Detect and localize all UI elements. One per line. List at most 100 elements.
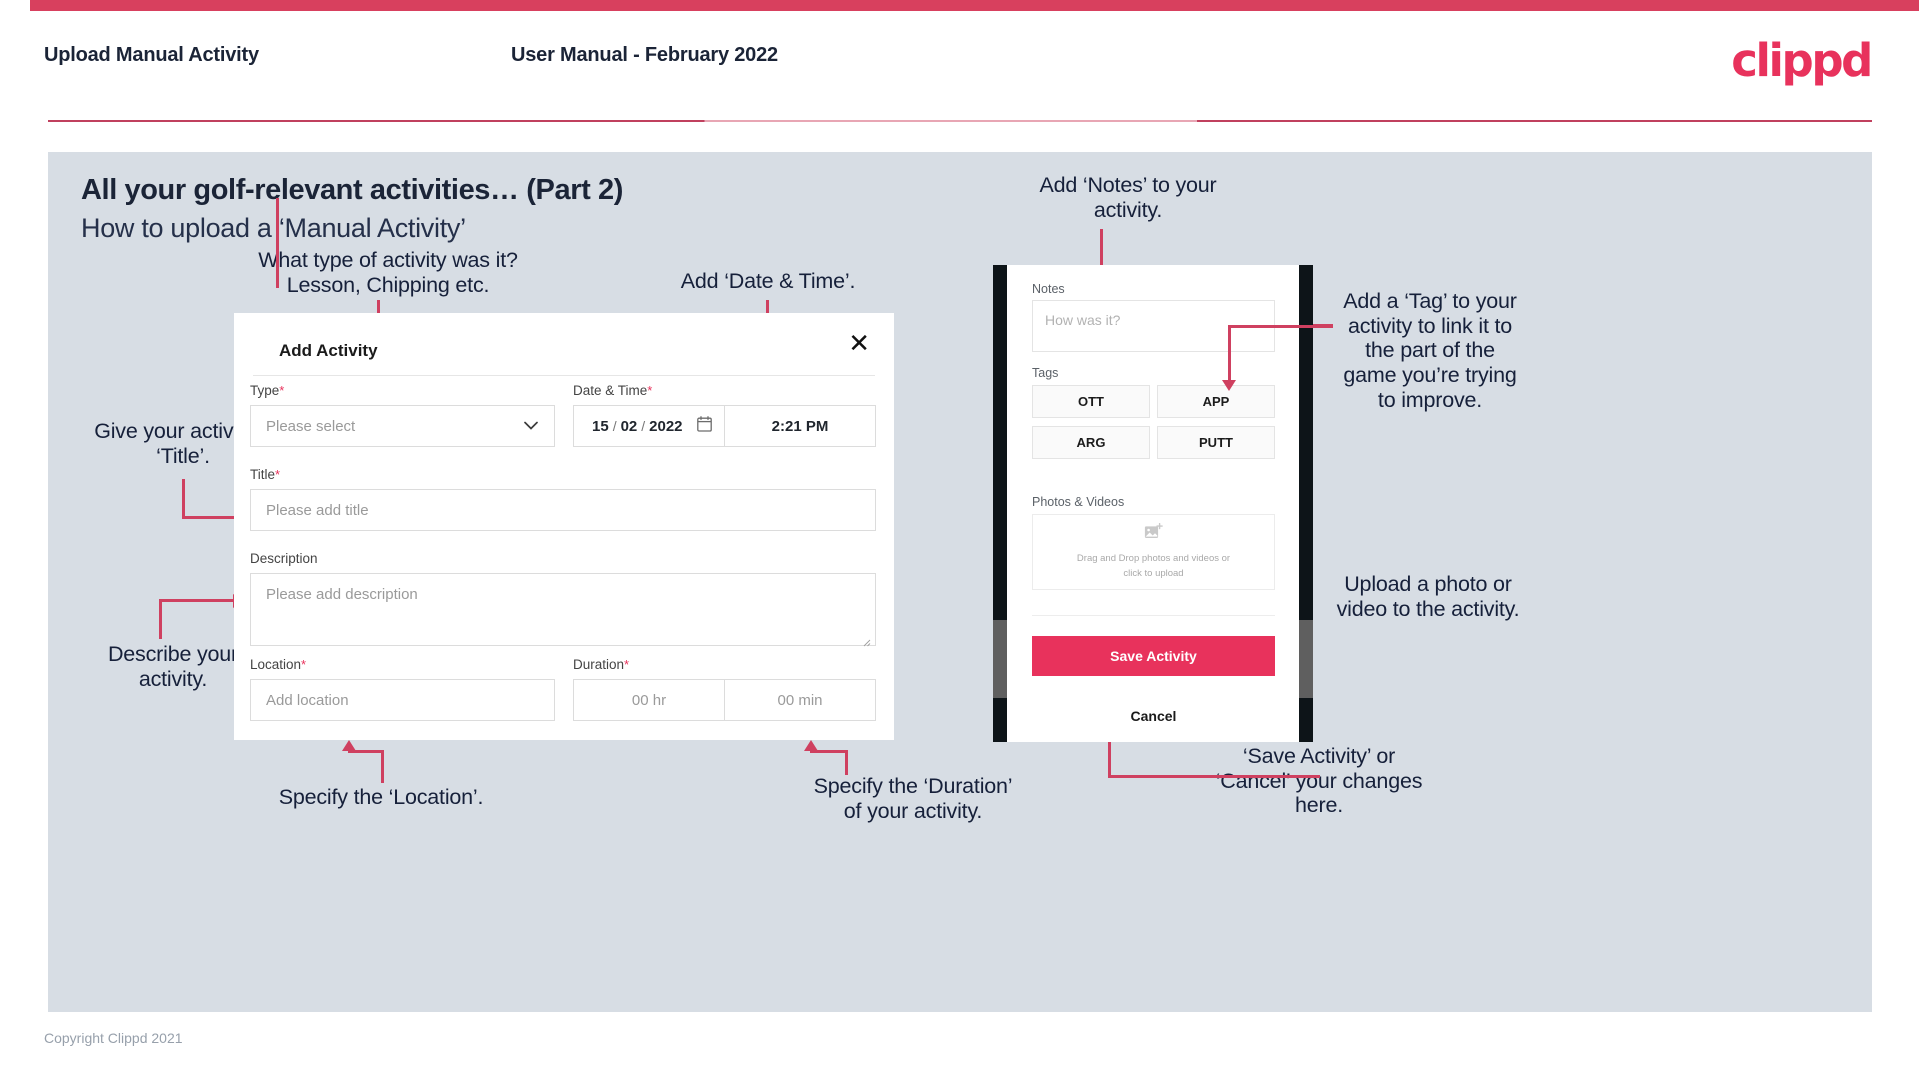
arrow-tags-run-h: [1228, 325, 1331, 328]
date-field[interactable]: 15 / 02 / 2022: [573, 405, 725, 447]
type-select-placeholder: Please select: [266, 417, 356, 435]
page-title: Upload Manual Activity: [44, 44, 259, 66]
tags-label: Tags: [1032, 366, 1059, 380]
arrow-tags-run-v: [1228, 325, 1231, 383]
time-value: 2:21 PM: [771, 417, 829, 435]
datetime-label: Date & Time*: [573, 383, 652, 398]
save-activity-button[interactable]: Save Activity: [1032, 636, 1275, 676]
required-marker: *: [647, 383, 653, 398]
slide-subheading: How to upload a ‘Manual Activity’: [81, 213, 466, 243]
description-placeholder: Please add description: [266, 586, 418, 603]
slide-page: Upload Manual Activity User Manual - Feb…: [0, 0, 1919, 1079]
phone-bezel-left: [993, 265, 1007, 742]
date-separator-1: /: [612, 418, 617, 434]
date-month: 02: [620, 417, 638, 435]
dropzone-text-line2: click to upload: [1123, 567, 1184, 579]
cancel-button[interactable]: Cancel: [1032, 708, 1275, 724]
duration-minutes-input[interactable]: 00 min: [724, 679, 876, 721]
duration-hours-placeholder: 00 hr: [631, 691, 667, 709]
arrow-tags-arrowhead: [1222, 380, 1236, 391]
location-label-text: Location: [250, 657, 302, 672]
chevron-down-icon: [524, 418, 538, 435]
phone-divider: [1032, 615, 1275, 616]
type-select[interactable]: Please select: [250, 405, 555, 447]
required-marker: *: [275, 467, 281, 482]
tag-putt-label: PUTT: [1199, 435, 1233, 450]
location-label: Location*: [250, 657, 306, 672]
top-accent-bar: [0, 0, 1919, 11]
arrow-loc-v: [381, 750, 384, 783]
phone-mockup: Notes How was it? Tags OTT APP ARG PUTT …: [993, 265, 1313, 742]
arrow-dur-v: [845, 750, 848, 775]
add-activity-dialog: Add Activity ✕ Type* Please select Date …: [234, 313, 894, 740]
tag-arg-label: ARG: [1076, 435, 1106, 450]
type-label: Type*: [250, 383, 284, 398]
document-subtitle: User Manual - February 2022: [511, 44, 778, 66]
dropzone-text-line1: Drag and Drop photos and videos or: [1076, 553, 1231, 565]
close-icon[interactable]: ✕: [848, 331, 870, 357]
copyright-text: Copyright Clippd 2021: [44, 1030, 183, 1046]
add-image-icon: [1144, 523, 1163, 545]
datetime-label-text: Date & Time: [573, 383, 648, 398]
phone-screen: Notes How was it? Tags OTT APP ARG PUTT …: [1007, 265, 1299, 742]
duration-minutes-placeholder: 00 min: [777, 691, 823, 709]
description-textarea[interactable]: Please add description: [250, 573, 876, 647]
arrow-save-h: [1108, 775, 1320, 778]
required-marker: *: [624, 657, 630, 672]
required-marker: *: [279, 383, 285, 398]
phone-volume-rocker: [993, 620, 1007, 698]
title-label-text: Title: [250, 467, 276, 482]
duration-label: Duration*: [573, 657, 629, 672]
annotation-save-cancel: ‘Save Activity’ or ‘Cancel’ your changes…: [1215, 744, 1423, 818]
required-marker: *: [301, 657, 307, 672]
annotation-duration: Specify the ‘Duration’ of your activity.: [813, 774, 1013, 823]
annotation-tags: Add a ‘Tag’ to your activity to link it …: [1343, 289, 1517, 412]
annotation-location: Specify the ‘Location’.: [278, 785, 484, 809]
slide-heading: All your golf-relevant activities… (Part…: [81, 174, 623, 206]
notes-label: Notes: [1032, 282, 1065, 296]
tag-app-label: APP: [1202, 394, 1230, 409]
tag-arg[interactable]: ARG: [1032, 426, 1150, 459]
tag-ott[interactable]: OTT: [1032, 385, 1150, 418]
notes-placeholder: How was it?: [1045, 312, 1121, 328]
tag-ott-label: OTT: [1078, 394, 1104, 409]
top-accent-bar-cap: [0, 0, 30, 11]
resize-grip-icon[interactable]: [863, 634, 871, 647]
time-field[interactable]: 2:21 PM: [724, 405, 876, 447]
photos-videos-label: Photos & Videos: [1032, 495, 1125, 509]
location-placeholder: Add location: [266, 691, 349, 709]
phone-power-button: [1299, 620, 1313, 698]
cancel-label: Cancel: [1130, 708, 1177, 724]
tag-putt[interactable]: PUTT: [1157, 426, 1275, 459]
dialog-divider: [253, 375, 875, 376]
date-day: 15: [592, 417, 609, 435]
arrow-app-stem: [276, 198, 279, 288]
location-input[interactable]: Add location: [250, 679, 555, 721]
annotation-type: What type of activity was it? Lesson, Ch…: [258, 248, 518, 297]
annotation-upload: Upload a photo or video to the activity.: [1336, 572, 1520, 621]
arrow-dur-head: [804, 740, 818, 751]
clippd-logo: clippd: [1731, 34, 1873, 87]
arrow-desc-h: [159, 599, 236, 602]
dialog-title: Add Activity: [279, 341, 378, 360]
photo-dropzone[interactable]: Drag and Drop photos and videos or click…: [1032, 514, 1275, 590]
description-label: Description: [250, 551, 318, 566]
duration-hours-input[interactable]: 00 hr: [573, 679, 725, 721]
arrow-desc-v: [159, 599, 162, 639]
header-divider: [48, 120, 1872, 122]
title-input[interactable]: Please add title: [250, 489, 876, 531]
duration-label-text: Duration: [573, 657, 625, 672]
arrow-loc-head: [342, 740, 356, 751]
annotation-notes: Add ‘Notes’ to your activity.: [1039, 173, 1217, 222]
title-label: Title*: [250, 467, 280, 482]
type-label-text: Type: [250, 383, 280, 398]
title-input-placeholder: Please add title: [266, 501, 369, 519]
annotation-datetime: Add ‘Date & Time’.: [680, 269, 856, 293]
date-year: 2022: [649, 417, 683, 435]
tag-app[interactable]: APP: [1157, 385, 1275, 418]
calendar-icon[interactable]: [696, 416, 712, 436]
phone-bezel-right: [1299, 265, 1313, 742]
arrow-title-v: [182, 479, 185, 519]
save-activity-label: Save Activity: [1110, 648, 1197, 664]
date-separator-2: /: [641, 418, 646, 434]
